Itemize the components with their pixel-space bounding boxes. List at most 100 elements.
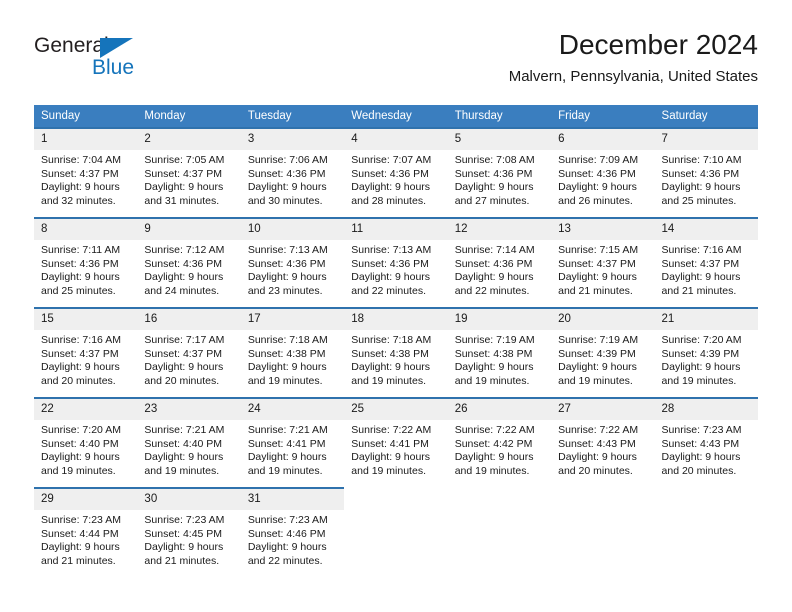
calendar-cell: 27 Sunrise: 7:22 AM Sunset: 4:43 PM Dayligh…: [551, 397, 655, 487]
day-cell[interactable]: 8 Sunrise: 7:11 AM Sunset: 4:36 PM Daylight…: [34, 217, 138, 307]
day-cell[interactable]: 20 Sunrise: 7:19 AM Sunset: 4:39 PM Dayligh…: [551, 307, 655, 397]
day-details: Sunrise: 7:22 AM Sunset: 4:43 PM Daylight:…: [551, 420, 654, 478]
calendar-cell: 29 Sunrise: 7:23 AM Sunset: 4:44 PM Dayligh…: [34, 487, 138, 577]
sunrise-text: Sunrise: 7:23 AM: [661, 424, 742, 436]
day-cell[interactable]: 9 Sunrise: 7:12 AM Sunset: 4:36 PM Daylight…: [137, 217, 241, 307]
day-cell[interactable]: 6 Sunrise: 7:09 AM Sunset: 4:36 PM Daylight…: [551, 127, 655, 217]
sunset-text: Sunset: 4:37 PM: [41, 347, 119, 360]
day-cell[interactable]: 14 Sunrise: 7:16 AM Sunset: 4:37 PM Dayligh…: [654, 217, 758, 307]
weekday-header-tuesday: Tuesday: [240, 105, 345, 127]
day-cell[interactable]: 18 Sunrise: 7:18 AM Sunset: 4:38 PM Dayligh…: [344, 307, 448, 397]
calendar-body: 1 Sunrise: 7:04 AM Sunset: 4:37 PM Daylight…: [34, 127, 758, 577]
daylight-text-line1: Daylight: 9 hours: [558, 271, 637, 284]
sunrise-text: Sunrise: 7:04 AM: [41, 154, 121, 166]
day-cell[interactable]: 21 Sunrise: 7:20 AM Sunset: 4:39 PM Dayligh…: [654, 307, 758, 397]
calendar-cell: 12 Sunrise: 7:14 AM Sunset: 4:36 PM Dayligh…: [447, 217, 552, 307]
daylight-text-line1: Daylight: 9 hours: [41, 541, 120, 554]
day-cell[interactable]: 12 Sunrise: 7:14 AM Sunset: 4:36 PM Dayligh…: [447, 217, 552, 307]
day-cell[interactable]: 26 Sunrise: 7:22 AM Sunset: 4:42 PM Dayligh…: [447, 397, 552, 487]
day-cell[interactable]: 27 Sunrise: 7:22 AM Sunset: 4:43 PM Dayligh…: [551, 397, 655, 487]
daylight-text-line2: and 20 minutes.: [661, 464, 737, 477]
general-blue-logo[interactable]: General Blue: [34, 34, 164, 86]
daylight-text-line1: Daylight: 9 hours: [247, 181, 327, 194]
day-number: 6: [551, 129, 655, 150]
sunset-text: Sunset: 4:37 PM: [144, 167, 223, 180]
calendar-cell: 19 Sunrise: 7:19 AM Sunset: 4:38 PM Dayligh…: [447, 307, 552, 397]
day-cell[interactable]: 28 Sunrise: 7:23 AM Sunset: 4:43 PM Dayligh…: [654, 397, 758, 487]
weekday-header-wednesday: Wednesday: [344, 105, 448, 127]
calendar-cell: 7 Sunrise: 7:10 AM Sunset: 4:36 PM Daylight…: [654, 127, 758, 217]
day-cell[interactable]: 15 Sunrise: 7:16 AM Sunset: 4:37 PM Dayligh…: [34, 307, 138, 397]
day-cell[interactable]: 24 Sunrise: 7:21 AM Sunset: 4:41 PM Dayligh…: [240, 397, 345, 487]
day-cell[interactable]: 16 Sunrise: 7:17 AM Sunset: 4:37 PM Dayligh…: [137, 307, 241, 397]
day-cell[interactable]: 17 Sunrise: 7:18 AM Sunset: 4:38 PM Dayligh…: [240, 307, 345, 397]
day-details: Sunrise: 7:13 AM Sunset: 4:36 PM Daylight:…: [344, 240, 447, 298]
sunset-text: Sunset: 4:36 PM: [247, 167, 326, 180]
day-cell[interactable]: 11 Sunrise: 7:13 AM Sunset: 4:36 PM Dayligh…: [344, 217, 448, 307]
sunrise-text: Sunrise: 7:22 AM: [454, 424, 535, 436]
weekday-header-saturday: Saturday: [654, 105, 758, 127]
daylight-text-line2: and 19 minutes.: [351, 374, 426, 387]
calendar-cell: 6 Sunrise: 7:09 AM Sunset: 4:36 PM Daylight…: [551, 127, 655, 217]
calendar-cell: 1 Sunrise: 7:04 AM Sunset: 4:37 PM Daylight…: [34, 127, 138, 217]
day-cell[interactable]: 13 Sunrise: 7:15 AM Sunset: 4:37 PM Dayligh…: [551, 217, 655, 307]
calendar-cell: 23 Sunrise: 7:21 AM Sunset: 4:40 PM Dayligh…: [137, 397, 241, 487]
day-cell[interactable]: 22 Sunrise: 7:20 AM Sunset: 4:40 PM Dayligh…: [34, 397, 138, 487]
daylight-text-line1: Daylight: 9 hours: [41, 181, 120, 194]
day-cell[interactable]: 3 Sunrise: 7:06 AM Sunset: 4:36 PM Daylight…: [240, 127, 345, 217]
daylight-text-line2: and 28 minutes.: [351, 194, 426, 207]
sunrise-text: Sunrise: 7:20 AM: [41, 424, 121, 436]
day-cell[interactable]: 7 Sunrise: 7:10 AM Sunset: 4:36 PM Daylight…: [654, 127, 758, 217]
day-cell[interactable]: 2 Sunrise: 7:05 AM Sunset: 4:37 PM Daylight…: [137, 127, 241, 217]
sunrise-text: Sunrise: 7:17 AM: [144, 334, 225, 346]
calendar-cell: 25 Sunrise: 7:22 AM Sunset: 4:41 PM Dayligh…: [344, 397, 448, 487]
daylight-text-line1: Daylight: 9 hours: [351, 451, 431, 464]
daylight-text-line1: Daylight: 9 hours: [661, 271, 741, 284]
daylight-text-line2: and 19 minutes.: [247, 464, 323, 477]
day-number: 29: [34, 489, 138, 510]
sunset-text: Sunset: 4:37 PM: [144, 347, 223, 360]
day-cell[interactable]: 30 Sunrise: 7:23 AM Sunset: 4:45 PM Dayligh…: [137, 487, 241, 577]
daylight-text-line1: Daylight: 9 hours: [454, 181, 534, 194]
day-cell[interactable]: 4 Sunrise: 7:07 AM Sunset: 4:36 PM Daylight…: [344, 127, 448, 217]
day-details: Sunrise: 7:13 AM Sunset: 4:36 PM Daylight:…: [241, 240, 344, 298]
daylight-text-line2: and 21 minutes.: [558, 284, 633, 297]
day-details: Sunrise: 7:22 AM Sunset: 4:41 PM Daylight:…: [344, 420, 447, 478]
day-details: Sunrise: 7:04 AM Sunset: 4:37 PM Daylight:…: [34, 150, 137, 208]
calendar-week-row: 8 Sunrise: 7:11 AM Sunset: 4:36 PM Daylight…: [34, 217, 758, 307]
sunset-text: Sunset: 4:37 PM: [661, 257, 740, 270]
day-number: 4: [344, 129, 448, 150]
daylight-text-line2: and 27 minutes.: [454, 194, 530, 207]
calendar-cell: 20 Sunrise: 7:19 AM Sunset: 4:39 PM Dayligh…: [551, 307, 655, 397]
sunset-text: Sunset: 4:36 PM: [661, 167, 740, 180]
day-cell[interactable]: 10 Sunrise: 7:13 AM Sunset: 4:36 PM Dayligh…: [240, 217, 345, 307]
day-cell[interactable]: 19 Sunrise: 7:19 AM Sunset: 4:38 PM Dayligh…: [447, 307, 552, 397]
day-number: 13: [551, 219, 655, 240]
day-cell[interactable]: 1 Sunrise: 7:04 AM Sunset: 4:37 PM Daylight…: [34, 127, 138, 217]
day-cell[interactable]: 23 Sunrise: 7:21 AM Sunset: 4:40 PM Dayligh…: [137, 397, 241, 487]
day-cell[interactable]: 25 Sunrise: 7:22 AM Sunset: 4:41 PM Dayligh…: [344, 397, 448, 487]
daylight-text-line2: and 19 minutes.: [351, 464, 426, 477]
day-number: 12: [447, 219, 552, 240]
weekday-header-sunday: Sunday: [34, 105, 138, 127]
day-cell[interactable]: 5 Sunrise: 7:08 AM Sunset: 4:36 PM Daylight…: [447, 127, 552, 217]
sunrise-text: Sunrise: 7:19 AM: [454, 334, 535, 346]
daylight-text-line1: Daylight: 9 hours: [558, 181, 637, 194]
page-title: December 2024: [558, 29, 758, 60]
day-cell[interactable]: 29 Sunrise: 7:23 AM Sunset: 4:44 PM Dayligh…: [34, 487, 138, 577]
day-details: Sunrise: 7:14 AM Sunset: 4:36 PM Daylight:…: [448, 240, 551, 298]
daylight-text-line2: and 20 minutes.: [558, 464, 633, 477]
calendar-cell: [344, 487, 447, 577]
sunrise-text: Sunrise: 7:06 AM: [247, 154, 328, 166]
sunset-text: Sunset: 4:40 PM: [144, 437, 223, 450]
day-cell[interactable]: 31 Sunrise: 7:23 AM Sunset: 4:46 PM Dayligh…: [240, 487, 345, 577]
day-details: Sunrise: 7:06 AM Sunset: 4:36 PM Daylight:…: [241, 150, 344, 208]
sunset-text: Sunset: 4:38 PM: [247, 347, 326, 360]
day-details: Sunrise: 7:19 AM Sunset: 4:38 PM Daylight:…: [448, 330, 551, 388]
weekday-header-thursday: Thursday: [447, 105, 552, 127]
sunset-text: Sunset: 4:41 PM: [351, 437, 429, 450]
logo-text-blue: Blue: [92, 56, 135, 79]
sunrise-text: Sunrise: 7:19 AM: [558, 334, 639, 346]
triangle-icon: [100, 38, 133, 58]
calendar-cell: 5 Sunrise: 7:08 AM Sunset: 4:36 PM Daylight…: [447, 127, 552, 217]
